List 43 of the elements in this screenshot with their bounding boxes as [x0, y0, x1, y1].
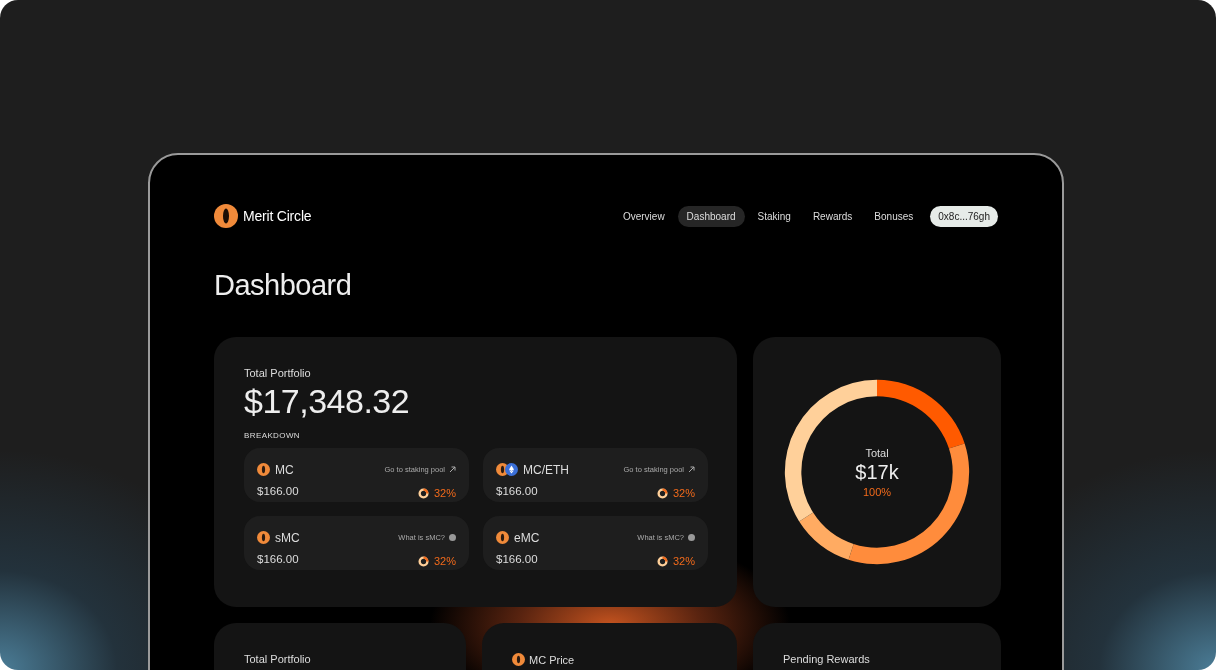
total-share: 100%: [862, 485, 892, 498]
card-label: Total Portfolio: [244, 653, 311, 665]
asset-value: $166.00: [257, 552, 300, 567]
asset-name: sMC: [275, 530, 300, 545]
total-label: Total: [865, 446, 889, 459]
arrow-icon: [688, 466, 695, 474]
logo-icon: [214, 204, 238, 228]
asset-value: $166.00: [257, 484, 300, 499]
total-value: $17k: [855, 460, 899, 484]
asset-share: 32%: [433, 555, 456, 568]
asset-name: MC: [275, 462, 294, 477]
brand-name: Merit Circle: [243, 208, 312, 224]
section-label: BREAKDOWN: [244, 431, 302, 440]
asset-value: $166.00: [496, 552, 539, 567]
asset-share: 32%: [433, 487, 456, 500]
ring-icon: [656, 555, 668, 567]
asset-share: 32%: [672, 555, 695, 568]
page-title: Dashboard: [214, 268, 353, 303]
token-icon: [512, 653, 525, 666]
card-label: MC Price: [529, 653, 575, 666]
card-label: Total Portfolio: [244, 367, 312, 379]
info-icon: [688, 534, 695, 542]
token-icon: [496, 531, 509, 545]
ethereum-icon: [505, 463, 518, 477]
token-icon: [257, 531, 270, 545]
nav-link[interactable]: Dashboard: [677, 205, 745, 227]
card-label: Pending Rewards: [783, 653, 870, 665]
nav-link[interactable]: Overview: [613, 205, 674, 227]
asset-name: eMC: [514, 530, 540, 545]
nav-link[interactable]: Rewards: [803, 205, 862, 227]
nav-link[interactable]: Staking: [748, 205, 800, 227]
token-icon: [257, 463, 270, 477]
nav-link[interactable]: Bonuses: [865, 205, 923, 227]
asset-share: 32%: [672, 487, 695, 500]
ring-icon: [656, 487, 668, 499]
ring-icon: [417, 487, 429, 499]
asset-value: $166.00: [496, 484, 539, 499]
arrow-icon: [449, 466, 456, 474]
ring-icon: [417, 555, 429, 567]
wallet-address[interactable]: 0x8c...76gh: [930, 205, 998, 227]
asset-name: MC/ETH: [523, 462, 569, 477]
info-icon: [449, 534, 456, 542]
portfolio-value: $17,348.32: [244, 382, 411, 421]
